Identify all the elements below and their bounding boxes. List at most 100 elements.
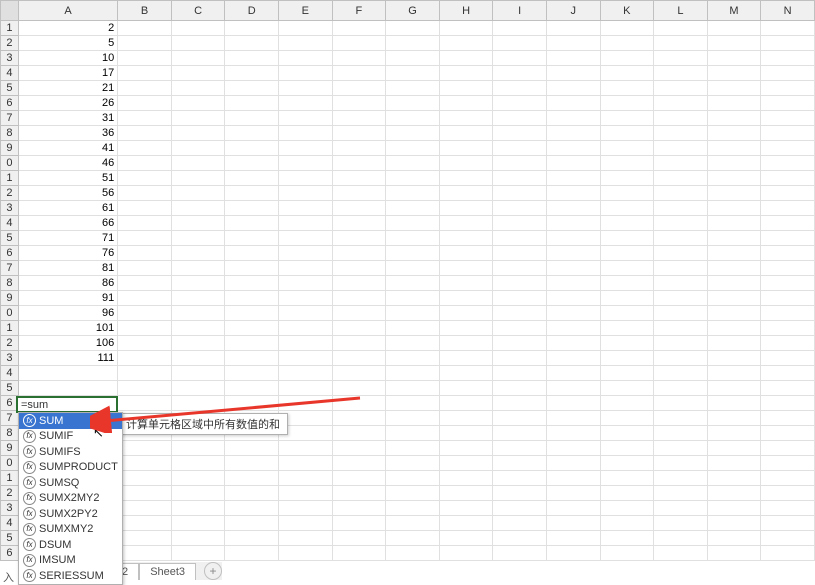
cell[interactable]: [493, 426, 547, 441]
cell[interactable]: [493, 111, 547, 126]
cell[interactable]: [493, 141, 547, 156]
cell[interactable]: [279, 441, 333, 456]
cell[interactable]: [225, 66, 279, 81]
cell[interactable]: 61: [18, 201, 117, 216]
cell[interactable]: [761, 186, 815, 201]
cell[interactable]: [707, 261, 761, 276]
cell[interactable]: [654, 321, 708, 336]
cell[interactable]: 91: [18, 291, 117, 306]
column-header-I[interactable]: I: [493, 1, 547, 21]
row-header[interactable]: 4: [1, 216, 19, 231]
cell[interactable]: [761, 246, 815, 261]
cell[interactable]: [654, 471, 708, 486]
cell[interactable]: [118, 516, 172, 531]
cell[interactable]: [600, 276, 654, 291]
cell[interactable]: [171, 126, 225, 141]
cell[interactable]: 81: [18, 261, 117, 276]
cell[interactable]: [332, 21, 386, 36]
cell[interactable]: 51: [18, 171, 117, 186]
cell[interactable]: 26: [18, 96, 117, 111]
cell[interactable]: [279, 156, 333, 171]
row-header[interactable]: 5: [1, 231, 19, 246]
cell[interactable]: [546, 231, 600, 246]
cell[interactable]: [171, 396, 225, 411]
cell[interactable]: [654, 336, 708, 351]
cell[interactable]: [332, 291, 386, 306]
cell[interactable]: [707, 396, 761, 411]
cell[interactable]: [279, 306, 333, 321]
cell[interactable]: [546, 276, 600, 291]
cell[interactable]: [600, 321, 654, 336]
cell[interactable]: [171, 351, 225, 366]
cell[interactable]: [439, 531, 493, 546]
cell[interactable]: [600, 336, 654, 351]
cell[interactable]: [118, 66, 172, 81]
cell[interactable]: [386, 501, 440, 516]
cell[interactable]: [546, 126, 600, 141]
cell[interactable]: [707, 171, 761, 186]
cell[interactable]: [493, 276, 547, 291]
cell[interactable]: [654, 36, 708, 51]
cell[interactable]: [600, 516, 654, 531]
cell[interactable]: [171, 51, 225, 66]
cell[interactable]: 66: [18, 216, 117, 231]
cell[interactable]: [225, 381, 279, 396]
cell[interactable]: [386, 336, 440, 351]
row-header[interactable]: 2: [1, 36, 19, 51]
cell[interactable]: [332, 66, 386, 81]
cell[interactable]: [225, 51, 279, 66]
cell[interactable]: [279, 291, 333, 306]
cell[interactable]: [279, 456, 333, 471]
cell[interactable]: [493, 546, 547, 561]
cell[interactable]: [118, 351, 172, 366]
cell[interactable]: [546, 201, 600, 216]
cell[interactable]: [225, 261, 279, 276]
cell[interactable]: [279, 396, 333, 411]
cell[interactable]: [118, 336, 172, 351]
autocomplete-item-sumproduct[interactable]: fxSUMPRODUCT: [19, 460, 122, 476]
cell[interactable]: [707, 366, 761, 381]
cell[interactable]: [600, 111, 654, 126]
cell[interactable]: [332, 501, 386, 516]
cell[interactable]: [546, 81, 600, 96]
cell[interactable]: 86: [18, 276, 117, 291]
cell[interactable]: [118, 531, 172, 546]
row-header[interactable]: 3: [1, 351, 19, 366]
cell[interactable]: [439, 96, 493, 111]
cell[interactable]: [386, 441, 440, 456]
cell[interactable]: [171, 321, 225, 336]
cell[interactable]: [707, 531, 761, 546]
cell[interactable]: [279, 531, 333, 546]
cell[interactable]: [546, 291, 600, 306]
cell[interactable]: [707, 306, 761, 321]
cell[interactable]: [707, 141, 761, 156]
cell[interactable]: [600, 501, 654, 516]
cell[interactable]: [386, 531, 440, 546]
cell[interactable]: [332, 516, 386, 531]
cell[interactable]: [600, 141, 654, 156]
column-header-D[interactable]: D: [225, 1, 279, 21]
cell[interactable]: [546, 156, 600, 171]
cell[interactable]: [761, 426, 815, 441]
cell[interactable]: [386, 246, 440, 261]
cell[interactable]: [600, 291, 654, 306]
cell[interactable]: [654, 441, 708, 456]
cell[interactable]: [654, 156, 708, 171]
cell[interactable]: [225, 216, 279, 231]
cell[interactable]: [546, 531, 600, 546]
cell[interactable]: [493, 336, 547, 351]
cell[interactable]: [171, 216, 225, 231]
cell[interactable]: [171, 336, 225, 351]
cell[interactable]: [600, 156, 654, 171]
cell[interactable]: [225, 501, 279, 516]
cell[interactable]: 36: [18, 126, 117, 141]
cell[interactable]: [171, 261, 225, 276]
cell[interactable]: [386, 261, 440, 276]
cell[interactable]: [546, 171, 600, 186]
cell[interactable]: [600, 531, 654, 546]
cell[interactable]: [546, 426, 600, 441]
cell[interactable]: [332, 336, 386, 351]
cell[interactable]: [279, 141, 333, 156]
cell[interactable]: [118, 306, 172, 321]
cell[interactable]: [118, 216, 172, 231]
